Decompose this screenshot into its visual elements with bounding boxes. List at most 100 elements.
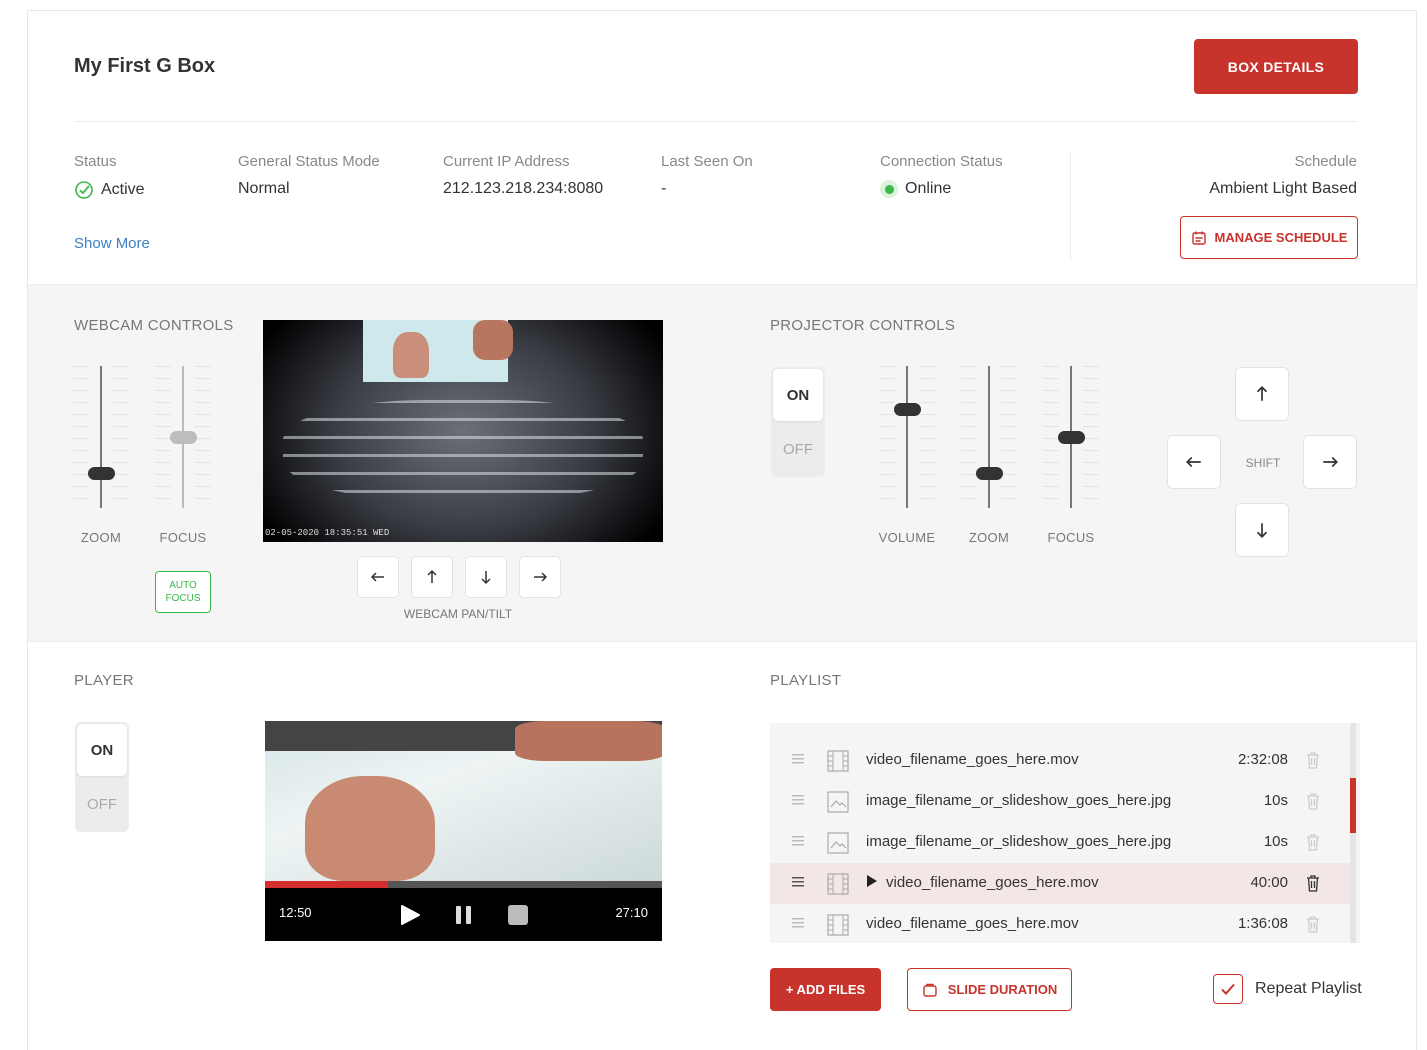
drag-handle-icon[interactable] [792, 754, 804, 765]
timer-icon [923, 983, 937, 997]
playlist-item[interactable]: video_filename_goes_here.mov 40:00 [770, 863, 1350, 904]
player-title: PLAYER [74, 672, 134, 689]
webcam-zoom-slider[interactable] [73, 366, 129, 508]
slider-knob[interactable] [170, 430, 197, 444]
playlist-item-name: video_filename_goes_here.mov [886, 874, 1099, 891]
add-files-button[interactable]: + ADD FILES [770, 968, 881, 1011]
player-on-option[interactable]: ON [77, 724, 127, 776]
projector-zoom-slider[interactable] [961, 366, 1017, 508]
shift-up-button[interactable] [1235, 367, 1289, 421]
repeat-playlist-checkbox[interactable]: Repeat Playlist [1213, 974, 1362, 1004]
pan-tilt-label: WEBCAM PAN/TILT [403, 607, 513, 621]
drag-handle-icon[interactable] [792, 795, 804, 806]
auto-focus-button[interactable]: AUTO FOCUS [155, 571, 211, 613]
playlist-item-duration: 1:36:08 [1237, 915, 1288, 932]
connection-value: Online [905, 180, 952, 197]
manage-schedule-button[interactable]: MANAGE SCHEDULE [1180, 216, 1358, 259]
ip-label: Current IP Address [443, 153, 570, 170]
checkmark-icon [1221, 983, 1235, 995]
projector-focus-label: FOCUS [1047, 530, 1095, 545]
image-file-icon [827, 832, 849, 854]
projector-focus-slider[interactable] [1043, 366, 1099, 508]
drag-handle-icon[interactable] [792, 918, 804, 929]
arrow-right-icon [1323, 456, 1338, 468]
playlist-item[interactable]: video_filename_goes_here.mov 2:32:08 [770, 740, 1350, 781]
show-more-link[interactable]: Show More [74, 235, 150, 252]
webcam-focus-slider[interactable] [155, 366, 211, 508]
slider-knob[interactable] [1058, 430, 1085, 444]
mode-field: General Status Mode Normal [238, 153, 380, 198]
mode-label: General Status Mode [238, 153, 380, 170]
video-frame [265, 721, 662, 881]
playlist-item[interactable]: image_filename_or_slideshow_goes_here.jp… [770, 781, 1350, 822]
checkbox[interactable] [1213, 974, 1243, 1004]
arrow-down-icon [1256, 523, 1268, 538]
pan-left-button[interactable] [357, 556, 399, 598]
playlist-scrollbar[interactable] [1350, 723, 1356, 943]
trash-icon[interactable] [1306, 834, 1320, 851]
video-player[interactable]: 12:50 27:10 [265, 721, 662, 941]
trash-icon[interactable] [1306, 752, 1320, 769]
playlist-item-name: image_filename_or_slideshow_goes_here.jp… [866, 792, 1172, 809]
last-seen-field: Last Seen On - [661, 153, 753, 198]
ip-value: 212.123.218.234:8080 [443, 180, 604, 197]
tilt-up-button[interactable] [411, 556, 453, 598]
repeat-playlist-label: Repeat Playlist [1255, 980, 1362, 997]
slide-duration-label: SLIDE DURATION [947, 982, 1058, 997]
box-card: My First G Box BOX DETAILS Status Active… [27, 10, 1418, 1050]
mode-value: Normal [238, 180, 290, 197]
status-label: Status [74, 153, 117, 170]
webcam-timestamp: 02-05-2020 18:35:51 WED [265, 528, 390, 538]
page-title: My First G Box [74, 55, 216, 77]
online-dot-icon [880, 180, 898, 198]
video-progress-bar[interactable] [265, 881, 662, 888]
arrow-up-icon [427, 569, 437, 583]
shift-left-button[interactable] [1167, 435, 1221, 489]
schedule-label: Schedule [1294, 153, 1357, 170]
webcam-feed: 02-05-2020 18:35:51 WED [263, 320, 663, 542]
divider [1070, 151, 1071, 261]
connection-field: Connection Status Online [880, 153, 1003, 198]
shift-label: SHIFT [1245, 456, 1281, 470]
pan-right-button[interactable] [519, 556, 561, 598]
check-circle-icon [75, 181, 93, 199]
webcam-controls-title: WEBCAM CONTROLS [74, 317, 234, 334]
status-field: Status Active [74, 153, 145, 200]
arrow-down-icon [481, 571, 491, 585]
shift-right-button[interactable] [1303, 435, 1357, 489]
playlist-item-duration: 10s [1263, 833, 1288, 850]
arrow-right-icon [534, 572, 548, 582]
current-time: 12:50 [279, 905, 312, 920]
projector-power-toggle[interactable]: ON OFF [771, 367, 825, 477]
play-icon[interactable] [399, 904, 421, 926]
projector-off-option[interactable]: OFF [771, 423, 825, 475]
slide-duration-button[interactable]: SLIDE DURATION [907, 968, 1072, 1011]
video-file-icon [827, 914, 849, 936]
projector-controls-title: PROJECTOR CONTROLS [770, 317, 956, 334]
player-power-toggle[interactable]: ON OFF [75, 722, 129, 832]
trash-icon[interactable] [1306, 875, 1320, 892]
playlist-item[interactable]: image_filename_or_slideshow_goes_here.jp… [770, 822, 1350, 863]
shift-down-button[interactable] [1235, 503, 1289, 557]
tilt-down-button[interactable] [465, 556, 507, 598]
arrow-left-icon [370, 572, 384, 582]
trash-icon[interactable] [1306, 916, 1320, 933]
slider-knob[interactable] [976, 466, 1003, 480]
projector-volume-slider[interactable] [879, 366, 935, 508]
status-value: Active [101, 181, 145, 198]
stop-icon[interactable] [507, 904, 529, 926]
player-off-option[interactable]: OFF [75, 778, 129, 830]
playlist-item-duration: 10s [1263, 792, 1288, 809]
drag-handle-icon[interactable] [792, 877, 804, 888]
drag-handle-icon[interactable] [792, 836, 804, 847]
total-time: 27:10 [615, 905, 648, 920]
slider-knob[interactable] [894, 403, 921, 417]
last-seen-value: - [661, 180, 667, 197]
pause-icon[interactable] [453, 904, 475, 926]
playlist-item[interactable]: video_filename_goes_here.mov 1:36:08 [770, 904, 1350, 945]
slider-knob[interactable] [88, 466, 115, 480]
trash-icon[interactable] [1306, 793, 1320, 810]
projector-on-option[interactable]: ON [773, 369, 823, 421]
playlist-item-name: image_filename_or_slideshow_goes_here.jp… [866, 833, 1172, 850]
box-details-button[interactable]: BOX DETAILS [1194, 39, 1358, 94]
